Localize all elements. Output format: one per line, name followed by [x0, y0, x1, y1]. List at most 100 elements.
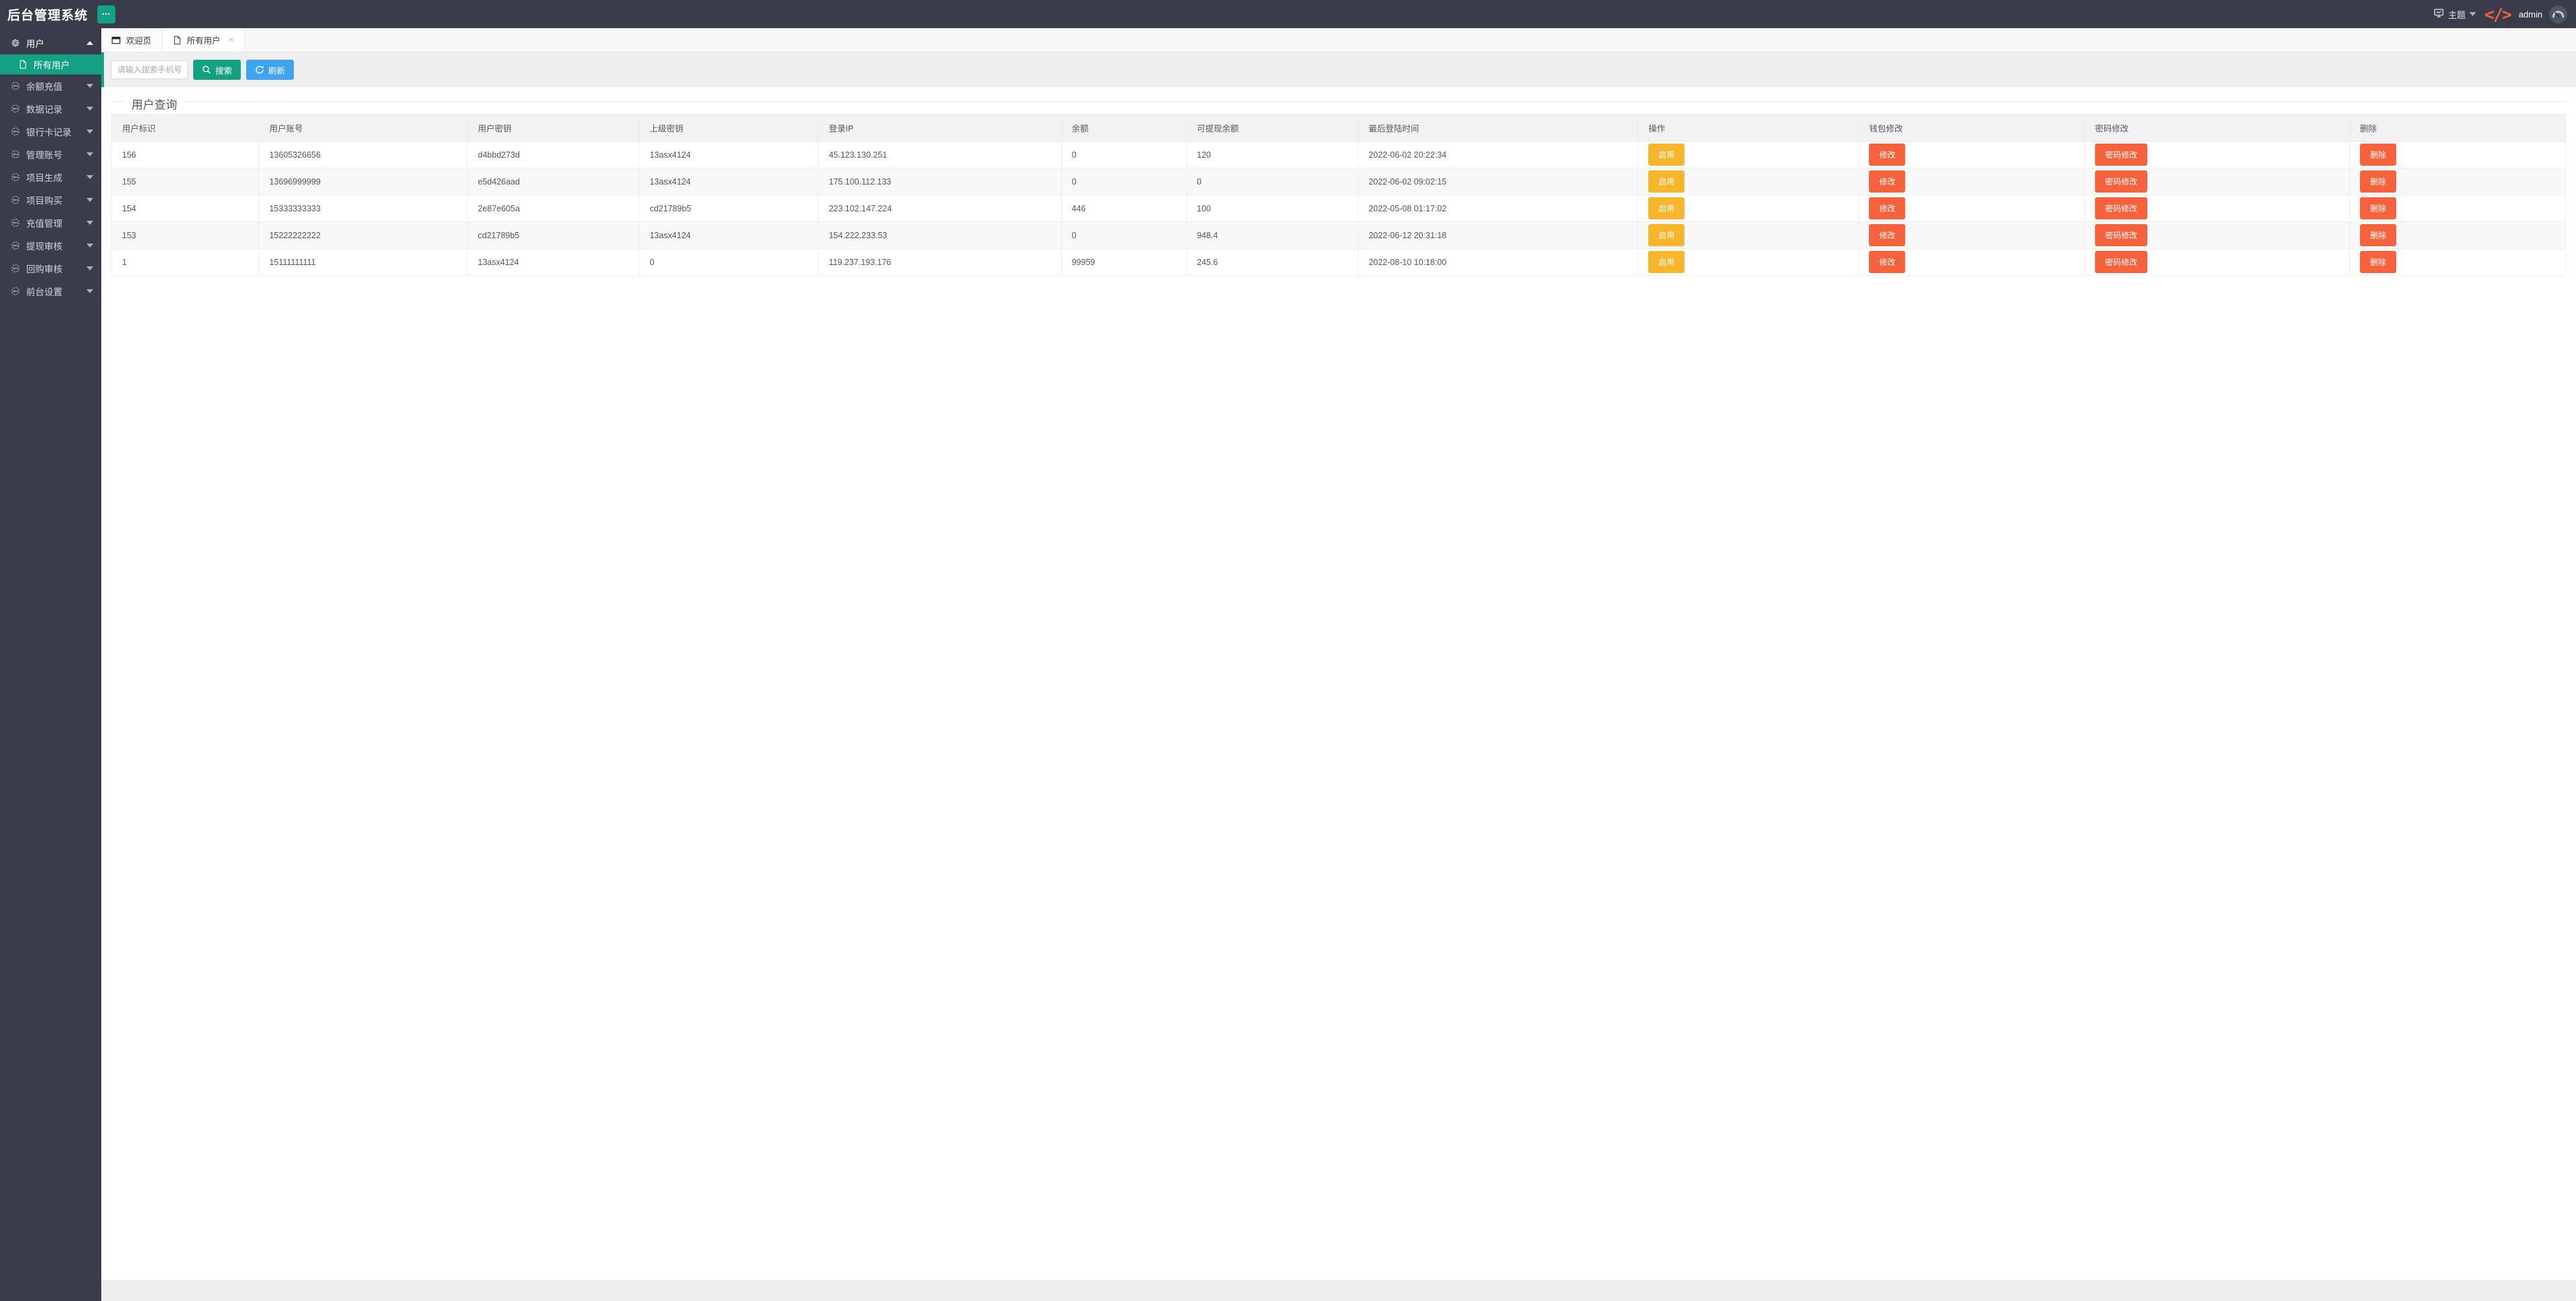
cell-user-id: 155 — [111, 168, 260, 195]
cell-last-login: 2022-06-02 09:02:15 — [1358, 168, 1639, 195]
cell-withdrawable: 245.6 — [1186, 248, 1359, 276]
col-header-login-ip: 登录IP — [818, 114, 1062, 142]
delete-button[interactable]: 删除 — [2360, 197, 2397, 219]
refresh-icon — [255, 65, 264, 74]
table-row: 1 15111111111 13asx4124 0 119.237.193.17… — [111, 248, 2566, 276]
delete-button[interactable]: 删除 — [2360, 170, 2397, 193]
tab-all-users[interactable]: 所有用户 × — [162, 28, 246, 52]
sidebar-item-label: 管理账号 — [26, 150, 62, 160]
sidebar-item-label: 项目生成 — [26, 173, 62, 183]
cell-user-key: 2e87e605a — [467, 195, 640, 222]
wallet-modify-button[interactable]: 修改 — [1869, 144, 1906, 166]
wallet-modify-button[interactable]: 修改 — [1869, 224, 1906, 246]
sidebar-item-recharge-management[interactable]: 充值管理 — [0, 211, 101, 234]
sidebar-item-bank-card-records[interactable]: 银行卡记录 — [0, 120, 101, 143]
sidebar-item-label: 提现审核 — [26, 242, 62, 252]
sidebar-item-frontend-settings[interactable]: 前台设置 — [0, 280, 101, 303]
cell-balance: 99959 — [1061, 248, 1187, 276]
sidebar-item-label: 用户 — [26, 39, 44, 49]
col-header-balance: 余额 — [1061, 114, 1187, 142]
refresh-button[interactable]: 刷新 — [246, 60, 294, 80]
delete-button[interactable]: 删除 — [2360, 224, 2397, 246]
table-row: 155 13696999999 e5d426aad 13asx4124 175.… — [111, 168, 2566, 195]
cell-account: 13605326656 — [258, 141, 468, 168]
col-header-parent-key: 上级密钥 — [639, 114, 819, 142]
cell-balance: 446 — [1061, 195, 1187, 222]
tab-label: 所有用户 — [186, 36, 221, 46]
password-modify-button[interactable]: 密码修改 — [2094, 144, 2147, 166]
sidebar-item-admin-accounts[interactable]: 管理账号 — [0, 143, 101, 166]
sidebar-item-project-purchase[interactable]: 项目购买 — [0, 189, 101, 211]
sidebar-item-buyback-review[interactable]: 回购审核 — [0, 257, 101, 280]
col-header-user-id: 用户标识 — [111, 114, 260, 142]
chevron-down-icon — [2469, 12, 2477, 16]
search-icon — [202, 65, 211, 74]
chevron-down-icon — [87, 129, 93, 134]
table-row: 153 15222222222 cd21789b5 13asx4124 154.… — [111, 221, 2566, 249]
sidebar-item-withdrawal-review[interactable]: 提现审核 — [0, 234, 101, 257]
sidebar-item-project-generate[interactable]: 项目生成 — [0, 166, 101, 189]
gear-circle-icon — [11, 150, 20, 159]
delete-button[interactable]: 删除 — [2360, 144, 2397, 166]
enable-button[interactable]: 启用 — [1648, 197, 1685, 219]
gear-circle-icon — [11, 195, 20, 205]
cell-withdrawable: 0 — [1186, 168, 1359, 195]
cell-parent-key: 13asx4124 — [639, 221, 819, 249]
tab-welcome[interactable]: 欢迎页 — [101, 28, 162, 52]
password-modify-button[interactable]: 密码修改 — [2094, 197, 2147, 219]
avatar[interactable] — [2549, 5, 2567, 23]
password-modify-button[interactable]: 密码修改 — [2094, 170, 2147, 193]
cell-login-ip: 45.123.130.251 — [818, 141, 1062, 168]
users-table: 用户标识 用户账号 用户密钥 上级密钥 登录IP 余额 可提现余额 最后登陆时间… — [111, 114, 2566, 276]
username[interactable]: admin — [2519, 9, 2542, 19]
sidebar-item-balance-recharge[interactable]: 余额充值 — [0, 74, 101, 97]
chevron-down-icon — [87, 84, 93, 88]
wallet-modify-button[interactable]: 修改 — [1869, 251, 1906, 273]
col-header-password-modify: 密码修改 — [2084, 114, 2351, 142]
cell-parent-key: 13asx4124 — [639, 168, 819, 195]
main-layout: 用户 所有用户 余额充值 数据记录 银行卡记录 管理账号 项目生成 项目购买 充… — [0, 28, 2576, 1301]
gear-circle-icon — [11, 287, 20, 296]
cell-user-key: 13asx4124 — [467, 248, 640, 276]
sidebar-item-label: 余额充值 — [26, 82, 62, 92]
chevron-up-icon — [87, 41, 93, 45]
search-button[interactable]: 搜索 — [193, 60, 241, 80]
window-icon — [111, 36, 121, 45]
content-body: 搜索 刷新 用户查询 — [101, 52, 2576, 1301]
wallet-modify-button[interactable]: 修改 — [1869, 170, 1906, 193]
search-input[interactable] — [111, 60, 188, 79]
enable-button[interactable]: 启用 — [1648, 251, 1685, 273]
sidebar-item-label: 银行卡记录 — [26, 127, 72, 138]
wallet-modify-button[interactable]: 修改 — [1869, 197, 1906, 219]
theme-label: 主题 — [2448, 9, 2466, 20]
sidebar-item-users[interactable]: 用户 — [0, 32, 101, 54]
cell-user-id: 153 — [111, 221, 260, 249]
cell-parent-key: 0 — [639, 248, 819, 276]
cell-user-id: 156 — [111, 141, 260, 168]
cell-last-login: 2022-08-10 10:18:00 — [1358, 248, 1639, 276]
password-modify-button[interactable]: 密码修改 — [2094, 224, 2147, 246]
refresh-button-label: 刷新 — [268, 66, 286, 76]
sidebar: 用户 所有用户 余额充值 数据记录 银行卡记录 管理账号 项目生成 项目购买 充… — [0, 28, 101, 1301]
sidebar-collapse-button[interactable]: ••• — [97, 5, 116, 23]
delete-button[interactable]: 删除 — [2360, 251, 2397, 273]
chevron-down-icon — [87, 266, 93, 270]
gear-circle-icon — [11, 172, 20, 182]
chevron-down-icon — [87, 244, 93, 248]
sidebar-item-all-users[interactable]: 所有用户 — [0, 54, 101, 74]
search-toolbar: 搜索 刷新 — [101, 52, 2576, 87]
cell-user-id: 1 — [111, 248, 260, 276]
sidebar-item-data-records[interactable]: 数据记录 — [0, 97, 101, 120]
theme-dropdown[interactable]: 主题 — [2434, 8, 2477, 21]
enable-button[interactable]: 启用 — [1648, 144, 1685, 166]
close-icon[interactable]: × — [229, 35, 235, 45]
sidebar-item-label: 充值管理 — [26, 219, 62, 229]
password-modify-button[interactable]: 密码修改 — [2094, 251, 2147, 273]
cell-login-ip: 119.237.193.176 — [818, 248, 1062, 276]
enable-button[interactable]: 启用 — [1648, 224, 1685, 246]
app-root: 后台管理系统 ••• 主题 </> admin 用户 所有用户 余额充值 数据记… — [0, 0, 2576, 1301]
cell-balance: 0 — [1061, 141, 1187, 168]
cell-user-key: e5d426aad — [467, 168, 640, 195]
chevron-down-icon — [87, 107, 93, 111]
enable-button[interactable]: 启用 — [1648, 170, 1685, 193]
